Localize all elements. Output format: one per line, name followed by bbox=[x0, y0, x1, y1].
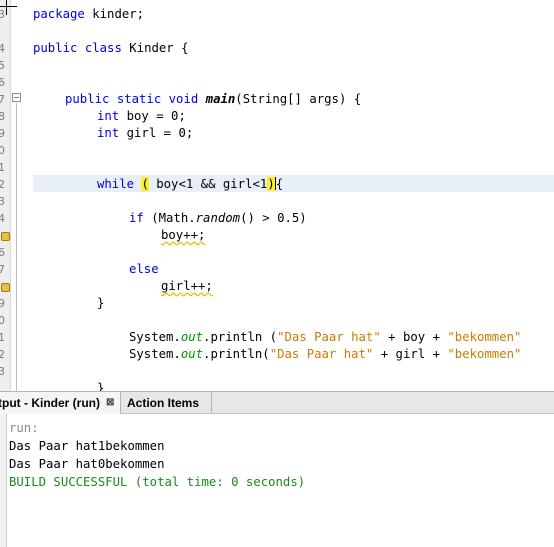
line-number: 9 bbox=[0, 127, 5, 140]
crosshair-cursor-icon bbox=[6, 0, 7, 15]
line-number: 0 bbox=[0, 144, 5, 157]
line-number: 9 bbox=[0, 297, 5, 310]
output-line: run: bbox=[9, 421, 39, 435]
tab-output-kinder-run[interactable]: tput - Kinder (run) ⊠ bbox=[0, 392, 121, 414]
output-line: Das Paar hat0bekommen bbox=[9, 457, 165, 471]
code-line: public static void main(String[] args) { bbox=[65, 92, 362, 106]
code-line: if (Math.random() > 0.5) bbox=[129, 211, 307, 225]
fold-collapse-icon[interactable]: − bbox=[12, 93, 21, 102]
line-number: 2 bbox=[0, 348, 5, 361]
code-editor[interactable]: 3 4 5 6 7 8 9 0 1 2 3 4 6 7 9 0 1 2 3 − … bbox=[0, 0, 554, 391]
line-number: 8 bbox=[0, 110, 5, 123]
line-number: 3 bbox=[0, 8, 5, 21]
matched-brace: ) bbox=[267, 177, 275, 191]
line-number: 5 bbox=[0, 59, 5, 72]
code-line: } bbox=[97, 296, 105, 310]
code-line: boy++; bbox=[161, 228, 206, 242]
line-number: 3 bbox=[0, 365, 5, 378]
line-number: 0 bbox=[0, 314, 5, 327]
code-line: public class Kinder { bbox=[33, 41, 189, 55]
code-line: int boy = 0; bbox=[97, 109, 186, 123]
line-number: 2 bbox=[0, 178, 5, 191]
tab-action-items[interactable]: Action Items bbox=[122, 392, 212, 414]
matched-brace: ( bbox=[141, 177, 149, 191]
line-number: 1 bbox=[0, 161, 5, 174]
output-tab-bar: tput - Kinder (run) ⊠ Action Items bbox=[0, 391, 554, 414]
output-line: Das Paar hat1bekommen bbox=[9, 439, 165, 453]
line-number: 3 bbox=[0, 195, 5, 208]
output-console[interactable]: run: Das Paar hat1bekommen Das Paar hat0… bbox=[0, 414, 554, 547]
code-line: else bbox=[129, 262, 159, 276]
close-icon[interactable]: ⊠ bbox=[106, 392, 114, 414]
warning-icon[interactable] bbox=[1, 232, 10, 241]
line-number: 6 bbox=[0, 76, 5, 89]
code-line: int girl = 0; bbox=[97, 126, 194, 140]
line-number-gutter: 3 4 5 6 7 8 9 0 1 2 3 4 6 7 9 0 1 2 3 bbox=[0, 0, 11, 391]
line-number: 7 bbox=[0, 93, 5, 106]
code-line: System.out.println ("Das Paar hat" + boy… bbox=[129, 330, 522, 344]
build-status-line: BUILD SUCCESSFUL (total time: 0 seconds) bbox=[9, 475, 306, 489]
output-gutter bbox=[0, 414, 7, 547]
line-number: 4 bbox=[0, 42, 5, 55]
fold-guide bbox=[16, 103, 17, 391]
code-line: System.out.println("Das Paar hat" + girl… bbox=[129, 347, 522, 361]
line-number: 1 bbox=[0, 331, 5, 344]
line-number: 7 bbox=[0, 263, 5, 276]
code-line: } bbox=[97, 381, 105, 391]
crosshair-cursor-icon bbox=[0, 6, 17, 7]
code-line: package kinder; bbox=[33, 7, 145, 21]
warning-icon[interactable] bbox=[1, 283, 10, 292]
line-number: 6 bbox=[0, 246, 5, 259]
code-line: girl++; bbox=[161, 279, 213, 293]
code-line-current: while ( boy<1 && girl<1){ bbox=[97, 177, 284, 191]
line-number: 4 bbox=[0, 212, 5, 225]
